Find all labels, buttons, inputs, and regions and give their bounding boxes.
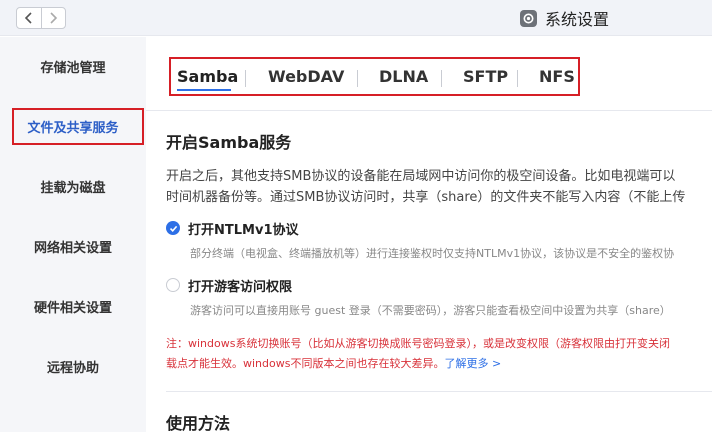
- sidebar-item-mount-disk[interactable]: 挂载为磁盘: [0, 167, 146, 205]
- sidebar-item-remote-assist[interactable]: 远程协助: [0, 347, 146, 385]
- guest-access-label[interactable]: 打开游客访问权限: [188, 276, 292, 295]
- window-title: 系统设置: [520, 6, 609, 30]
- main-panel: Samba WebDAV DLNA SFTP NFS 开启Samba服务 开启之…: [146, 37, 712, 432]
- samba-description-line-2: 时间机器备份等。通过SMB协议访问时，共享（share）的文件夹不能写入内容（不…: [166, 190, 686, 205]
- tab-divider: [357, 70, 358, 87]
- checkmark-icon: [169, 225, 177, 232]
- tab-dlna[interactable]: DLNA: [379, 67, 428, 86]
- window-title-text: 系统设置: [545, 10, 610, 29]
- sidebar-item-network[interactable]: 网络相关设置: [0, 227, 146, 265]
- usage-section-title: 使用方法: [166, 414, 231, 432]
- guest-access-description: 游客访问可以直接用账号 guest 登录（不需要密码），游客只能查看极空间中设置…: [190, 304, 671, 317]
- chevron-left-icon: [24, 12, 32, 24]
- tab-samba[interactable]: Samba: [177, 67, 238, 86]
- ntlmv1-checkbox[interactable]: [166, 221, 180, 235]
- tab-webdav[interactable]: WebDAV: [268, 67, 344, 86]
- back-button[interactable]: [17, 8, 41, 28]
- settings-app-icon: [520, 9, 537, 27]
- learn-more-link[interactable]: 了解更多 >: [444, 357, 501, 370]
- tab-nfs[interactable]: NFS: [539, 67, 575, 86]
- tab-divider: [245, 70, 246, 87]
- title-bar: 系统设置: [0, 0, 712, 36]
- tab-sftp[interactable]: SFTP: [463, 67, 508, 86]
- samba-section-title: 开启Samba服务: [166, 133, 292, 152]
- sidebar-item-hardware[interactable]: 硬件相关设置: [0, 287, 146, 325]
- tabs-divider: [146, 110, 712, 111]
- samba-note-text: 载点才能生效。windows不同版本之间也存在较大差异。: [166, 357, 445, 370]
- sidebar: 存储池管理 文件及共享服务 挂载为磁盘 网络相关设置 硬件相关设置 远程协助: [0, 37, 146, 432]
- nav-buttons: [16, 7, 66, 29]
- samba-note-line-1: 注：windows系统切换账号（比如从游客切换成账号密码登录），或是改变权限（游…: [166, 337, 670, 350]
- chevron-right-icon: [50, 12, 58, 24]
- section-divider: [166, 391, 712, 392]
- ntlmv1-description: 部分终端（电视盒、终端播放机等）进行连接鉴权时仅支持NTLMv1协议，该协议是不…: [190, 247, 675, 260]
- sidebar-item-file-sharing[interactable]: 文件及共享服务: [0, 107, 146, 145]
- active-tab-underline: [177, 89, 231, 91]
- guest-access-radio[interactable]: [166, 278, 180, 292]
- tab-divider: [441, 70, 442, 87]
- samba-note-line-2: 载点才能生效。windows不同版本之间也存在较大差异。了解更多 >: [166, 355, 501, 371]
- tab-divider: [517, 70, 518, 87]
- forward-button[interactable]: [40, 8, 66, 28]
- ntlmv1-label[interactable]: 打开NTLMv1协议: [188, 219, 299, 238]
- samba-description-line-1: 开启之后，其他支持SMB协议的设备能在局域网中访问你的极空间设备。比如电视端可以: [166, 169, 676, 184]
- protocol-tabs: Samba WebDAV DLNA SFTP NFS: [169, 57, 580, 96]
- sidebar-item-storage-pool[interactable]: 存储池管理: [0, 47, 146, 85]
